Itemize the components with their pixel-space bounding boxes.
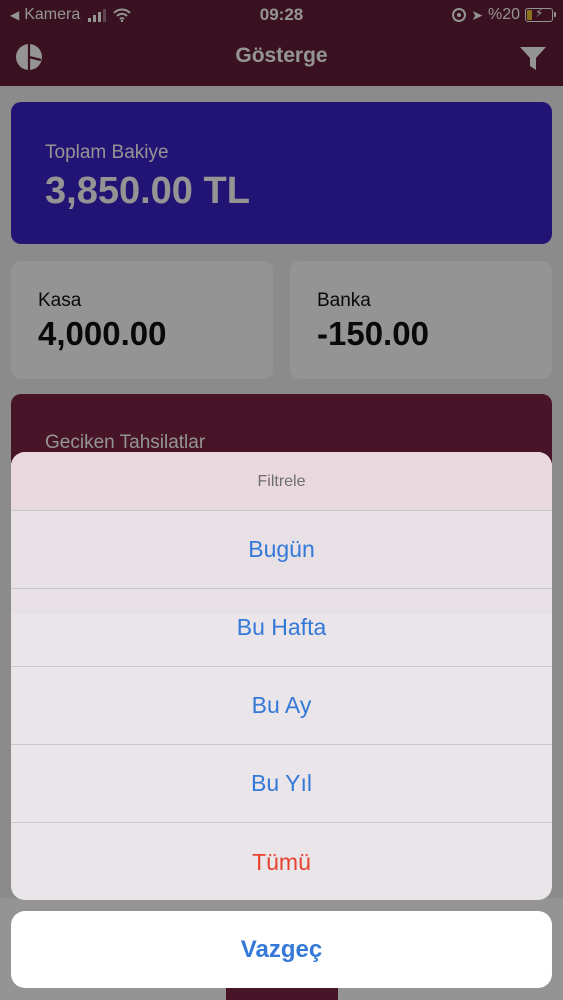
filter-option-this-month[interactable]: Bu Ay (11, 667, 552, 745)
filter-action-sheet: Filtrele Bugün Bu Hafta Bu Ay Bu Yıl Tüm… (11, 452, 552, 900)
filter-option-this-week[interactable]: Bu Hafta (11, 589, 552, 667)
filter-option-this-year[interactable]: Bu Yıl (11, 745, 552, 823)
action-sheet-title: Filtrele (257, 473, 306, 490)
filter-option-all[interactable]: Tümü (11, 823, 552, 900)
filter-option-today[interactable]: Bugün (11, 511, 552, 589)
cancel-button[interactable]: Vazgeç (11, 911, 552, 988)
action-sheet-header: Filtrele (11, 452, 552, 511)
